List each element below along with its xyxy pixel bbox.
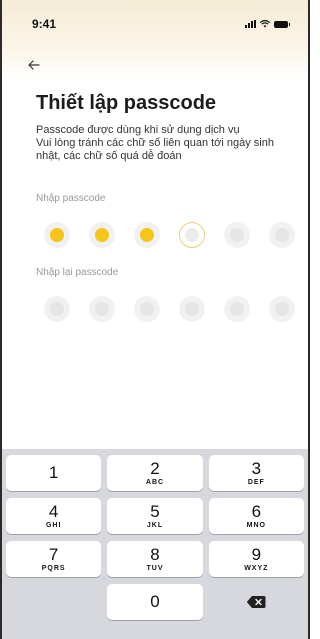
key-digit: 6 <box>251 501 262 521</box>
keypad-blank <box>6 584 101 620</box>
key-digit: 1 <box>48 463 59 482</box>
key-2[interactable]: 2 ABC <box>107 455 203 491</box>
key-digit: 3 <box>251 458 262 478</box>
passcode-dot-empty <box>179 296 205 322</box>
description-line: Passcode được dùng khi sử dụng dịch vụ <box>36 124 240 136</box>
delete-key[interactable] <box>209 584 304 620</box>
wifi-icon <box>260 20 270 28</box>
status-icons <box>245 20 290 28</box>
passcode-dot-empty <box>224 296 250 322</box>
confirm-passcode-label: Nhập lại passcode <box>36 267 119 278</box>
key-letters: TUV <box>146 564 164 572</box>
key-digit: 9 <box>251 544 262 564</box>
page-description: Passcode được dùng khi sử dụng dịch vụ V… <box>36 124 296 163</box>
key-3[interactable]: 3 DEF <box>208 455 304 491</box>
status-time: 9:41 <box>32 17 57 31</box>
passcode-dot-empty <box>89 296 115 322</box>
back-button[interactable] <box>28 58 48 72</box>
keypad-row: 4 GHI 5 JKL 6 MNO <box>6 498 304 534</box>
key-1[interactable]: 1 <box>6 455 102 491</box>
key-0[interactable]: 0 <box>107 584 203 620</box>
confirm-passcode-input[interactable] <box>44 296 295 322</box>
description-line: Vui lòng tránh các chữ số liên quan tới … <box>36 137 274 149</box>
battery-icon <box>274 20 290 28</box>
numeric-keypad: 1 2 ABC 3 DEF 4 GHI 5 JKL 6 MNO 7 PQRS 8 TUV 9 WXYZ 0 <box>2 449 308 639</box>
passcode-dot-empty <box>269 296 295 322</box>
key-letters: JKL <box>146 521 164 529</box>
phone-screen: 9:41 Thiết lập passcode Passcode được dù… <box>0 0 310 639</box>
key-7[interactable]: 7 PQRS <box>6 541 102 577</box>
key-letters: MNO <box>246 521 266 529</box>
key-9[interactable]: 9 WXYZ <box>208 541 304 577</box>
keypad-row: 7 PQRS 8 TUV 9 WXYZ <box>6 541 304 577</box>
key-letters: GHI <box>45 521 62 529</box>
key-digit: 0 <box>150 592 160 611</box>
key-letters: WXYZ <box>244 564 269 572</box>
passcode-input[interactable] <box>44 222 295 248</box>
page-title: Thiết lập passcode <box>36 92 217 114</box>
key-letters: DEF <box>247 478 265 486</box>
arrow-left-icon <box>28 60 40 70</box>
passcode-dot-filled <box>134 222 160 248</box>
passcode-dot-empty <box>134 296 160 322</box>
keypad-row: 1 2 ABC 3 DEF <box>6 455 304 491</box>
key-5[interactable]: 5 JKL <box>107 498 203 534</box>
passcode-dot-empty <box>44 296 70 322</box>
key-letters: PQRS <box>41 564 66 572</box>
status-bar: 9:41 <box>32 16 290 32</box>
keypad-row: 0 <box>6 584 304 620</box>
key-6[interactable]: 6 MNO <box>208 498 304 534</box>
description-line: nhật, các chữ số quá dễ đoán <box>36 150 182 162</box>
passcode-dot-empty <box>269 222 295 248</box>
backspace-icon <box>247 596 266 608</box>
key-digit: 4 <box>48 501 59 521</box>
key-8[interactable]: 8 TUV <box>107 541 203 577</box>
passcode-dot-filled <box>89 222 115 248</box>
key-digit: 8 <box>150 544 160 564</box>
key-digit: 7 <box>48 544 59 564</box>
passcode-dot-filled <box>44 222 70 248</box>
key-letters: ABC <box>145 478 165 486</box>
key-digit: 5 <box>150 501 160 521</box>
key-4[interactable]: 4 GHI <box>6 498 102 534</box>
key-digit: 2 <box>150 458 160 478</box>
passcode-dot-active <box>179 222 205 248</box>
passcode-label: Nhập passcode <box>36 193 106 204</box>
passcode-dot-empty <box>224 222 250 248</box>
signal-icon <box>245 20 256 28</box>
